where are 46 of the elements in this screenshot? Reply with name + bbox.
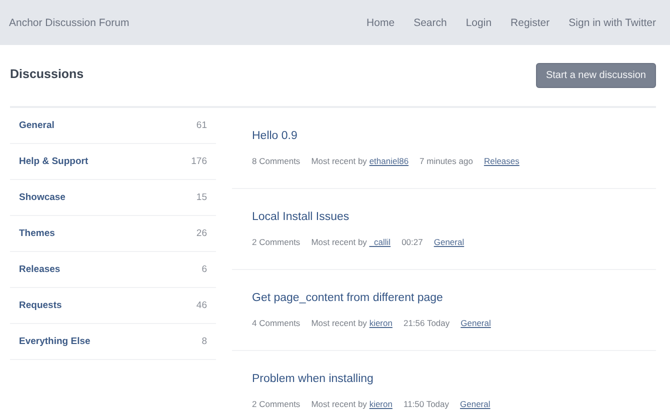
discussion-title[interactable]: Hello 0.9 <box>252 130 656 142</box>
category-link[interactable]: Help & Support <box>19 156 88 167</box>
discussion-title[interactable]: Problem when installing <box>252 373 656 385</box>
user-link[interactable]: _callil <box>369 237 391 247</box>
category-count: 15 <box>196 192 207 203</box>
category-link[interactable]: Themes <box>19 228 55 239</box>
post-time: 00:27 <box>402 237 423 247</box>
category-count: 6 <box>202 264 207 275</box>
category-link[interactable]: General <box>460 318 491 328</box>
discussion-title[interactable]: Get page_content from different page <box>252 292 656 304</box>
comment-count: 2 Comments <box>252 237 300 247</box>
category-count: 46 <box>196 300 207 311</box>
category-count: 26 <box>196 228 207 239</box>
discussion-title[interactable]: Local Install Issues <box>252 211 656 223</box>
category-count: 176 <box>191 156 207 167</box>
category-link[interactable]: Requests <box>19 300 62 311</box>
category-count: 8 <box>202 336 207 347</box>
comment-count: 4 Comments <box>252 318 300 328</box>
recent-label: Most recent by <box>311 399 367 409</box>
nav-link[interactable]: Login <box>466 16 492 28</box>
recent-label: Most recent by <box>311 237 367 247</box>
comment-count: 2 Comments <box>252 399 300 409</box>
user-link[interactable]: kieron <box>369 399 392 409</box>
recent-label: Most recent by <box>311 318 367 328</box>
nav-link[interactable]: Sign in with Twitter <box>568 16 656 28</box>
site-title[interactable]: Anchor Discussion Forum <box>9 16 130 28</box>
post-time: 7 minutes ago <box>420 156 473 166</box>
nav-link[interactable]: Search <box>414 16 447 28</box>
user-link[interactable]: kieron <box>369 318 392 328</box>
post-time: 21:56 Today <box>403 318 450 328</box>
category-link[interactable]: Everything Else <box>19 336 90 347</box>
new-discussion-button[interactable]: Start a new discussion <box>536 63 656 88</box>
category-link[interactable]: General <box>434 237 464 247</box>
page-title: Discussions <box>10 67 84 81</box>
comment-count: 8 Comments <box>252 156 300 166</box>
post-time: 11:50 Today <box>403 399 449 409</box>
category-link[interactable]: Showcase <box>19 192 66 203</box>
category-count: 61 <box>196 120 207 131</box>
recent-label: Most recent by <box>311 156 367 166</box>
nav-link[interactable]: Home <box>366 16 395 28</box>
category-link[interactable]: General <box>460 399 490 409</box>
category-link[interactable]: Releases <box>19 264 60 275</box>
category-link[interactable]: General <box>19 120 54 131</box>
user-link[interactable]: ethaniel86 <box>369 156 409 166</box>
nav-link[interactable]: Register <box>510 16 550 28</box>
category-link[interactable]: Releases <box>484 156 520 166</box>
